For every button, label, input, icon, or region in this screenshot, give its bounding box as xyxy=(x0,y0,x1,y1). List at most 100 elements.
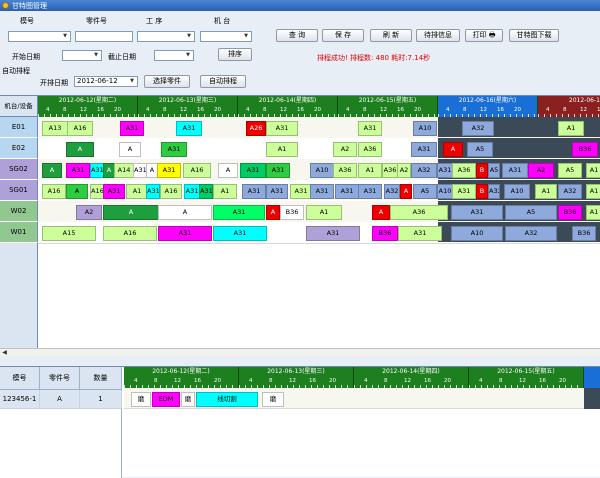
part-task-block[interactable]: 磨 xyxy=(262,392,284,407)
gantt-task-block[interactable]: A32 xyxy=(462,121,494,136)
gantt-task-block[interactable]: A1 xyxy=(558,121,584,136)
refresh-button[interactable]: 刷 新 xyxy=(370,29,412,42)
gantt-task-block[interactable]: A31 xyxy=(242,184,266,199)
gantt-task-block[interactable]: A xyxy=(443,142,463,157)
gantt-task-block[interactable]: A31 xyxy=(157,163,181,178)
gantt-task-block[interactable]: A31 xyxy=(310,184,334,199)
gantt-download-button[interactable]: 甘特图下载 xyxy=(509,29,559,42)
gantt-task-block[interactable]: A31 xyxy=(213,226,267,241)
gantt-task-block[interactable]: A5 xyxy=(467,142,493,157)
gantt-task-block[interactable]: A2 xyxy=(397,163,411,178)
row-mold-cell[interactable]: 123456-1 xyxy=(0,390,40,409)
gantt-task-block[interactable]: A31 xyxy=(335,184,359,199)
print-button[interactable]: 打印 🖶 xyxy=(465,29,503,42)
gantt-task-block[interactable]: A31 xyxy=(161,142,187,157)
gantt-task-block[interactable]: A31 xyxy=(306,226,360,241)
part-task-block[interactable]: EDM xyxy=(152,392,180,407)
gantt-task-block[interactable]: B36 xyxy=(372,226,398,241)
gantt-task-block[interactable]: A xyxy=(66,142,94,157)
query-button[interactable]: 查 询 xyxy=(276,29,318,42)
end-date-combo[interactable]: ▼ xyxy=(154,50,194,61)
gantt-task-block[interactable]: A36 xyxy=(358,142,382,157)
gantt-task-block[interactable]: A14 xyxy=(114,163,134,178)
gantt-task-block[interactable]: A31 xyxy=(199,184,213,199)
gantt-task-block[interactable]: B xyxy=(476,184,488,199)
sort-button[interactable]: 排序 xyxy=(218,48,252,61)
gantt-task-block[interactable]: A36 xyxy=(390,205,448,220)
gantt-task-block[interactable]: A1 xyxy=(213,184,237,199)
gantt-task-block[interactable]: A xyxy=(400,184,412,199)
gantt-task-block[interactable]: A xyxy=(42,163,62,178)
gantt-task-block[interactable]: A2 xyxy=(528,163,554,178)
gantt-task-block[interactable]: A31 xyxy=(240,163,266,178)
gantt-task-block[interactable]: A xyxy=(119,142,141,157)
gantt-task-block[interactable]: A5 xyxy=(413,184,437,199)
gantt-task-block[interactable]: A31 xyxy=(184,184,200,199)
gantt-task-block[interactable]: A31 xyxy=(266,163,290,178)
gantt-task-block[interactable]: A26 xyxy=(246,121,266,136)
gantt-row-header[interactable]: E02 xyxy=(0,138,38,159)
gantt-task-block[interactable]: A xyxy=(158,205,212,220)
gantt-task-block[interactable]: A31 xyxy=(398,226,442,241)
part-input[interactable] xyxy=(75,31,133,42)
pending-info-button[interactable]: 待排信息 xyxy=(416,29,460,42)
gantt-chart[interactable]: 机台/设备 2012-06-12(星期二) 4 8 12 16 20 2012-06-13(… xyxy=(0,95,600,348)
mold-combo[interactable]: ▼ xyxy=(8,31,71,42)
gantt-task-block[interactable]: A31 xyxy=(103,184,125,199)
gantt-task-block[interactable]: A36 xyxy=(333,163,357,178)
gantt-task-block[interactable]: A31 xyxy=(266,121,298,136)
gantt-task-block[interactable]: A16 xyxy=(183,163,211,178)
gantt-task-block[interactable]: A10 xyxy=(504,184,530,199)
gantt-task-block[interactable]: B xyxy=(476,163,488,178)
gantt-task-block[interactable]: A16 xyxy=(42,184,66,199)
schedule-date-combo[interactable]: 2012-06-12 ▼ xyxy=(74,76,138,87)
gantt-task-block[interactable]: A31 xyxy=(452,184,476,199)
part-task-block[interactable]: 线切割 xyxy=(196,392,258,407)
gantt-task-block[interactable]: A1 xyxy=(535,184,557,199)
gantt-task-block[interactable]: A32 xyxy=(505,226,557,241)
save-button[interactable]: 保 存 xyxy=(322,29,364,42)
gantt-task-block[interactable]: A31 xyxy=(176,121,202,136)
gantt-task-block[interactable]: A31 xyxy=(290,184,312,199)
gantt-task-block[interactable]: A31 xyxy=(120,121,144,136)
gantt-task-block[interactable]: A xyxy=(372,205,390,220)
gantt-task-block[interactable]: A16 xyxy=(67,121,93,136)
gantt-task-block[interactable]: A5 xyxy=(488,163,500,178)
gantt-task-block[interactable]: A32 xyxy=(488,184,500,199)
gantt-task-block[interactable]: A xyxy=(66,184,88,199)
gantt-task-block[interactable]: A xyxy=(218,163,238,178)
gantt-task-block[interactable]: A1 xyxy=(586,163,600,178)
gantt-task-block[interactable]: A16 xyxy=(160,184,182,199)
gantt-task-block[interactable]: A5 xyxy=(558,163,582,178)
gantt-task-block[interactable]: B36 xyxy=(280,205,304,220)
gantt-row-header[interactable]: W02 xyxy=(0,201,38,222)
gantt-row-header[interactable]: W01 xyxy=(0,222,38,243)
gantt-task-block[interactable]: A1 xyxy=(358,163,382,178)
part-task-block[interactable]: 磨 xyxy=(131,392,151,407)
gantt-task-block[interactable]: A32 xyxy=(558,184,582,199)
gantt-task-block[interactable]: A2 xyxy=(333,142,357,157)
gantt-task-block[interactable]: A31 xyxy=(146,184,160,199)
gantt-task-block[interactable]: A31 xyxy=(133,163,147,178)
machine-combo[interactable]: ▼ xyxy=(200,31,252,42)
gantt-task-block[interactable]: A31 xyxy=(66,163,90,178)
gantt-task-block[interactable]: A31 xyxy=(358,184,382,199)
gantt-task-block[interactable]: A13 xyxy=(42,121,68,136)
gantt-task-block[interactable]: A31 xyxy=(158,226,212,241)
row-part-cell[interactable]: A xyxy=(40,390,80,409)
row-qty-cell[interactable]: 1 xyxy=(80,390,122,409)
gantt-task-block[interactable]: A xyxy=(103,205,159,220)
gantt-task-block[interactable]: B36 xyxy=(558,205,582,220)
gantt-task-block[interactable]: A31 xyxy=(358,121,382,136)
gantt-task-block[interactable]: A31 xyxy=(437,163,453,178)
select-part-button[interactable]: 选择零件 xyxy=(144,75,190,88)
gantt-task-block[interactable]: A32 xyxy=(384,184,400,199)
gantt-task-block[interactable]: A31 xyxy=(411,142,437,157)
horizontal-scrollbar[interactable]: ◀ xyxy=(0,348,600,356)
gantt-task-block[interactable]: A1 xyxy=(586,205,600,220)
gantt-row-header[interactable]: SG01 xyxy=(0,180,38,201)
gantt-row-header[interactable]: E01 xyxy=(0,117,38,138)
gantt-task-block[interactable]: A32 xyxy=(411,163,437,178)
gantt-task-block[interactable]: A16 xyxy=(103,226,157,241)
gantt-task-block[interactable]: A1 xyxy=(586,184,600,199)
